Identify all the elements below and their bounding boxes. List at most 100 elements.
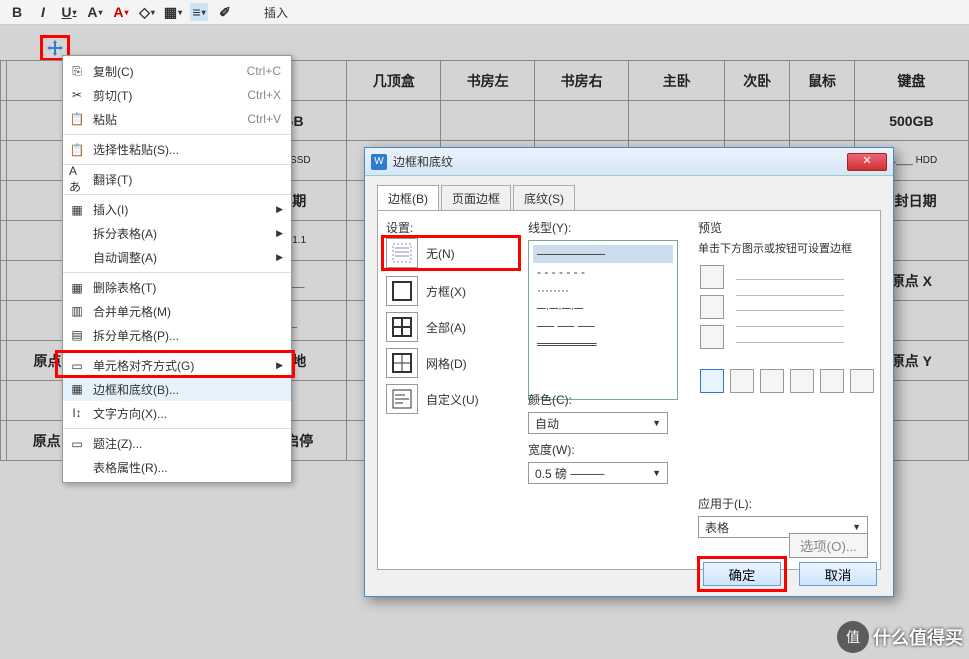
cell[interactable] xyxy=(347,101,441,141)
color-label: 颜色(C): xyxy=(528,391,678,408)
cell[interactable]: 书房左 xyxy=(441,61,535,101)
preview-area[interactable] xyxy=(730,266,850,356)
fill-button[interactable]: ◇ xyxy=(138,3,156,21)
insert-icon: ▦ xyxy=(69,202,85,218)
ctx-item-border[interactable]: ▦边框和底纹(B)... xyxy=(63,377,291,401)
line-style-1[interactable]: - - - - - - - xyxy=(533,263,673,281)
cell[interactable] xyxy=(790,101,855,141)
ctx-item-caption[interactable]: ▭题注(Z)... xyxy=(63,428,291,455)
del-table-icon: ▦ xyxy=(69,280,85,296)
ctx-item-del-table[interactable]: ▦删除表格(T) xyxy=(63,272,291,299)
ctx-item-merge[interactable]: ▥合并单元格(M) xyxy=(63,299,291,323)
pv-hmid-button[interactable] xyxy=(700,295,724,319)
border-shading-dialog: W 边框和底纹 ✕ 边框(B) 页面边框 底纹(S) 设置: 无(N)方框(X)… xyxy=(364,147,894,597)
ctx-item-拆分表格(A)[interactable]: 拆分表格(A)▶ xyxy=(63,221,291,245)
preview-hint: 单击下方图示或按钮可设置边框 xyxy=(698,243,852,255)
italic-button[interactable]: I xyxy=(34,3,52,21)
dialog-titlebar: W 边框和底纹 ✕ xyxy=(365,148,893,176)
pv-left-button[interactable] xyxy=(730,369,754,393)
ctx-item-paste-special[interactable]: 📋选择性粘贴(S)... xyxy=(63,134,291,161)
setting-grid[interactable]: 网格(D) xyxy=(386,345,516,381)
line-style-0[interactable]: ──────── xyxy=(533,245,673,263)
border-icon: ▦ xyxy=(69,381,85,397)
border-button[interactable]: ▦ xyxy=(164,3,182,21)
app-icon: W xyxy=(371,154,387,170)
tab-border[interactable]: 边框(B) xyxy=(377,185,439,211)
ctx-item-表格属性(R)...[interactable]: 表格属性(R)... xyxy=(63,455,291,479)
ctx-item-split[interactable]: ▤拆分单元格(P)... xyxy=(63,323,291,347)
pv-vmid-button[interactable] xyxy=(760,369,784,393)
ctx-item-translate[interactable]: Aあ翻译(T) xyxy=(63,164,291,191)
cell[interactable] xyxy=(441,101,535,141)
cut-icon: ✂ xyxy=(69,87,85,103)
pv-bottom-button[interactable] xyxy=(700,325,724,349)
-icon xyxy=(69,249,85,265)
setting-box[interactable]: 方框(X) xyxy=(386,273,516,309)
cell[interactable] xyxy=(629,101,725,141)
cell[interactable] xyxy=(535,101,629,141)
pv-diag3-button[interactable] xyxy=(850,369,874,393)
width-label: 宽度(W): xyxy=(528,441,678,458)
dialog-title: 边框和底纹 xyxy=(393,153,847,170)
-icon xyxy=(69,225,85,241)
align-icon: ▭ xyxy=(69,358,85,374)
pv-diag2-button[interactable] xyxy=(820,369,844,393)
tab-shading[interactable]: 底纹(S) xyxy=(513,185,575,211)
ctx-item-自动调整(A)[interactable]: 自动调整(A)▶ xyxy=(63,245,291,269)
format-toolbar: B I U A A ◇ ▦ ≡ ✐ 插入 xyxy=(0,0,969,25)
watermark-text: 什么值得买 xyxy=(873,624,963,650)
color-select[interactable]: 自动 xyxy=(528,412,668,434)
ctx-item-cut[interactable]: ✂剪切(T)Ctrl+X xyxy=(63,83,291,107)
tab-page-border[interactable]: 页面边框 xyxy=(441,185,511,211)
width-select[interactable]: 0.5 磅 ──── xyxy=(528,462,668,484)
watermark-icon: 值 xyxy=(837,621,869,653)
cell[interactable]: 鼠标 xyxy=(790,61,855,101)
pv-diag1-button[interactable] xyxy=(700,369,724,393)
ctx-item-align[interactable]: ▭单元格对齐方式(G)▶ xyxy=(63,350,291,377)
merge-icon: ▥ xyxy=(69,303,85,319)
pv-right-button[interactable] xyxy=(790,369,814,393)
bold-button[interactable]: B xyxy=(8,3,26,21)
highlight-button[interactable]: A xyxy=(86,3,104,21)
font-color-button[interactable]: A xyxy=(112,3,130,21)
ctx-item-insert[interactable]: ▦插入(I)▶ xyxy=(63,194,291,221)
setting-none[interactable]: 无(N) xyxy=(381,235,521,271)
cell[interactable]: 几顶盒 xyxy=(347,61,441,101)
line-style-2[interactable]: ········ xyxy=(533,281,673,299)
insert-label[interactable]: 插入 xyxy=(264,4,288,21)
dialog-tabs: 边框(B) 页面边框 底纹(S) xyxy=(377,184,881,210)
apply-label: 应用于(L): xyxy=(698,495,876,512)
line-style-5[interactable]: ═══════ xyxy=(533,335,673,353)
pv-top-button[interactable] xyxy=(700,265,724,289)
none-icon xyxy=(386,238,418,268)
cell[interactable]: 书房右 xyxy=(535,61,629,101)
textdir-icon: I↕ xyxy=(69,405,85,421)
align-button[interactable]: ≡ xyxy=(190,3,208,21)
eraser-button[interactable]: ✐ xyxy=(216,3,234,21)
copy-icon: ⎘ xyxy=(69,63,85,79)
ok-button[interactable]: 确定 xyxy=(703,562,781,586)
close-icon[interactable]: ✕ xyxy=(847,153,887,171)
options-button: 选项(O)... xyxy=(789,533,868,558)
line-style-3[interactable]: ─·─·─·─ xyxy=(533,299,673,317)
grid-icon xyxy=(386,348,418,378)
cell[interactable]: 主卧 xyxy=(629,61,725,101)
settings-label: 设置: xyxy=(386,219,516,236)
cancel-button[interactable]: 取消 xyxy=(799,562,877,586)
ctx-item-copy[interactable]: ⎘复制(C)Ctrl+C xyxy=(63,59,291,83)
preview-bottom-buttons xyxy=(700,369,874,393)
ctx-item-textdir[interactable]: I↕文字方向(X)... xyxy=(63,401,291,425)
cell[interactable]: 键盘 xyxy=(854,61,968,101)
ctx-item-paste[interactable]: 📋粘贴Ctrl+V xyxy=(63,107,291,131)
setting-all[interactable]: 全部(A) xyxy=(386,309,516,345)
line-style-label: 线型(Y): xyxy=(528,219,678,236)
underline-button[interactable]: U xyxy=(60,3,78,21)
line-style-4[interactable]: ── ── ── xyxy=(533,317,673,335)
setting-custom[interactable]: 自定义(U) xyxy=(386,381,516,417)
line-style-list[interactable]: ────────- - - - - - -········─·─·─·─── ─… xyxy=(528,240,678,400)
preview-label: 预览 xyxy=(698,219,868,236)
cell[interactable] xyxy=(725,101,790,141)
cell[interactable]: 500GB xyxy=(854,101,968,141)
-icon xyxy=(69,459,85,475)
cell[interactable]: 次卧 xyxy=(725,61,790,101)
